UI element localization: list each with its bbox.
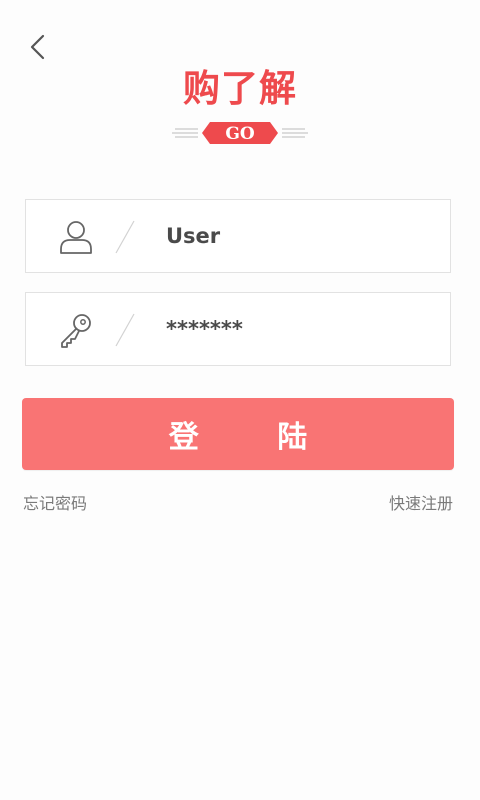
chevron-left-icon: [30, 34, 45, 60]
logo-badge-text: GO: [225, 124, 255, 144]
user-icon: [60, 221, 92, 254]
back-button[interactable]: [22, 30, 52, 64]
username-input[interactable]: [166, 216, 436, 256]
login-screen: 购了解 GO 登 陆 忘记密码: [0, 0, 480, 800]
app-logo: 购了解 GO: [170, 64, 310, 150]
password-input[interactable]: [166, 309, 436, 349]
forgot-password-link[interactable]: 忘记密码: [23, 492, 87, 516]
logo-title: 购了解: [183, 67, 297, 110]
login-button[interactable]: 登 陆: [22, 398, 454, 470]
password-field[interactable]: [25, 292, 451, 366]
quick-register-link[interactable]: 快速注册: [389, 492, 453, 516]
username-field[interactable]: [25, 199, 451, 273]
field-divider: [115, 313, 135, 347]
key-icon: [61, 314, 91, 348]
field-divider: [115, 220, 135, 254]
